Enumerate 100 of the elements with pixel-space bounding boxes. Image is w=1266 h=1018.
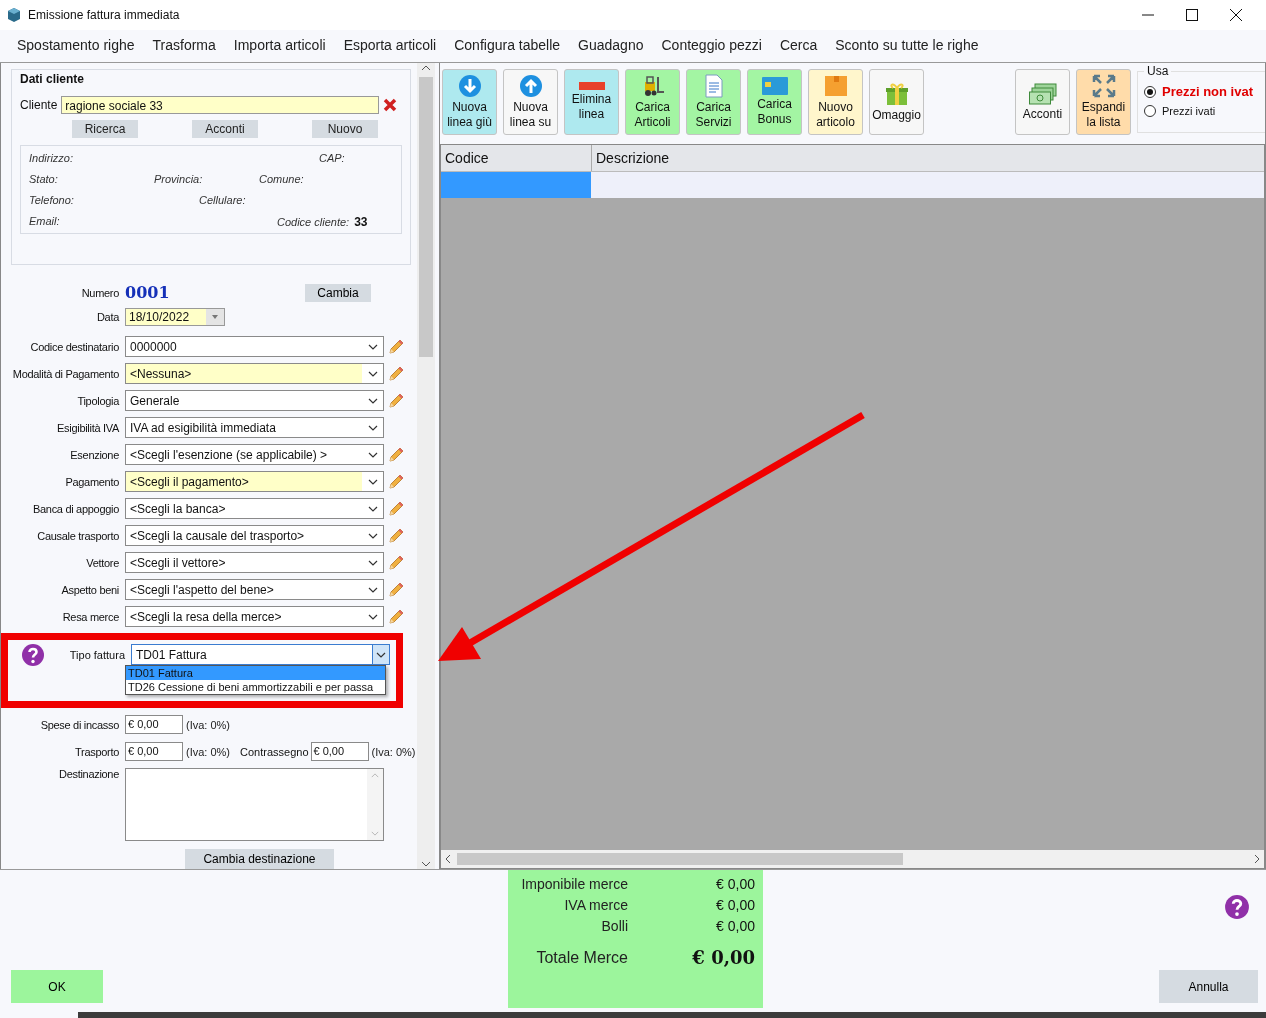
column-header[interactable]: Descrizione	[592, 145, 1264, 171]
toolbar-button[interactable]: Elimina linea	[564, 69, 619, 135]
detail-label: Comune:	[259, 173, 304, 185]
pencil-icon[interactable]	[387, 607, 405, 626]
field-label: Tipologia	[76, 394, 121, 407]
dropdown-field[interactable]: <Scegli il pagamento>	[125, 471, 384, 492]
dropdown-field[interactable]: <Scegli l'esenzione (se applicabile) >	[125, 444, 384, 465]
dropdown-field[interactable]: <Scegli la banca>	[125, 498, 384, 519]
menu-item[interactable]: Importa articoli	[224, 37, 335, 53]
dropdown-field[interactable]: IVA ad esigibilità immediata	[125, 417, 384, 438]
menu-item[interactable]: Esporta articoli	[334, 37, 446, 53]
amount-field[interactable]: € 0,00	[310, 742, 369, 761]
chevron-right-icon[interactable]	[1254, 854, 1260, 864]
dropdown-option[interactable]: TD01 Fattura	[126, 666, 385, 680]
toolbar-button[interactable]: Nuova linea su	[503, 69, 558, 135]
pencil-icon[interactable]	[387, 445, 405, 464]
menu-item[interactable]: Sconto su tutte le righe	[826, 37, 988, 53]
radio-label[interactable]: Prezzi ivati	[1162, 105, 1216, 117]
menu-item[interactable]: Configura tabelle	[445, 37, 570, 53]
close-icon[interactable]	[1230, 9, 1242, 21]
chevron-up-icon[interactable]	[421, 65, 431, 71]
window-title: Emissione fattura immediata	[28, 8, 181, 22]
minus-icon	[578, 82, 605, 90]
amount-field[interactable]: € 0,00	[125, 742, 183, 761]
change-button[interactable]: Cambia	[305, 283, 371, 302]
toolbar-button[interactable]: Carica Servizi	[686, 69, 741, 135]
dropdown-option[interactable]: TD26 Cessione di beni ammortizzabili e per passa	[126, 680, 385, 694]
toolbar-button[interactable]: Carica Articoli	[625, 69, 680, 135]
menu-item[interactable]: Guadagno	[569, 37, 653, 53]
toolbar-button[interactable]: Carica Bonus	[747, 69, 802, 135]
pencil-icon[interactable]	[387, 391, 405, 410]
dropdown-field[interactable]: <Scegli l'aspetto del bene>	[125, 579, 384, 600]
client-field[interactable]: ragione sociale 33	[61, 96, 380, 114]
client-button[interactable]: Ricerca	[72, 120, 138, 138]
menu-item[interactable]: Cerca	[770, 37, 827, 53]
cancel-button[interactable]: Annulla	[1159, 970, 1258, 1003]
chevron-down-icon[interactable]	[368, 343, 378, 350]
chevron-down-icon[interactable]	[368, 478, 378, 485]
pencil-icon[interactable]	[387, 364, 405, 383]
chevron-down-icon[interactable]	[368, 613, 378, 620]
dropdown-field[interactable]: <Scegli il vettore>	[125, 552, 384, 573]
ok-button[interactable]: OK	[11, 970, 103, 1003]
menu-item[interactable]: Trasforma	[143, 37, 225, 53]
dropdown-field[interactable]: 0000000	[125, 336, 384, 357]
dropdown-field[interactable]: <Scegli la resa della merce>	[125, 606, 384, 627]
field-label: Esenzione	[69, 448, 120, 461]
chevron-down-icon[interactable]	[421, 861, 431, 867]
scrollbar[interactable]	[417, 63, 435, 869]
pencil-icon[interactable]	[387, 499, 405, 518]
chevron-down-icon[interactable]	[368, 451, 378, 458]
pencil-icon[interactable]	[387, 526, 405, 545]
toolbar-button[interactable]: Espandi la lista	[1076, 69, 1131, 135]
toolbar-button[interactable]: Acconti	[1015, 69, 1070, 135]
chevron-down-icon[interactable]	[368, 559, 378, 566]
chevron-down-icon[interactable]	[368, 370, 378, 377]
client-button[interactable]: Acconti	[192, 120, 258, 138]
help-icon[interactable]	[1224, 894, 1250, 920]
chevron-down-icon[interactable]	[368, 424, 378, 431]
caret-icon[interactable]	[212, 315, 218, 319]
scrollbar[interactable]	[441, 850, 1264, 868]
pencil-icon[interactable]	[387, 472, 405, 491]
field-label: Vettore	[85, 556, 120, 569]
dropdown-field[interactable]: Generale	[125, 390, 384, 411]
help-icon[interactable]	[21, 642, 45, 667]
card-icon	[761, 77, 788, 95]
toolbar-button[interactable]: Nuova linea giù	[442, 69, 497, 135]
amount-field[interactable]: € 0,00	[125, 715, 183, 734]
chevron-down-icon[interactable]	[376, 651, 386, 658]
chevron-down-icon[interactable]	[368, 532, 378, 539]
pencil-icon[interactable]	[387, 553, 405, 572]
column-header[interactable]: Codice	[441, 145, 592, 171]
pencil-icon[interactable]	[387, 580, 405, 599]
dropdown-field[interactable]: TD01 Fattura	[131, 644, 390, 665]
dropdown-field[interactable]: <Nessuna>	[125, 363, 384, 384]
toolbar-button[interactable]: Nuovo articolo	[808, 69, 863, 135]
vat-note: (Iva: 0%)	[186, 745, 230, 758]
total-label: Imponibile merce	[520, 876, 628, 892]
total-label: IVA merce	[563, 897, 628, 913]
dropdown-field[interactable]: <Scegli la causale del trasporto>	[125, 525, 384, 546]
document-icon	[703, 74, 724, 98]
radio-button[interactable]	[1144, 85, 1156, 98]
destination-field[interactable]	[125, 768, 384, 841]
chevron-down-icon[interactable]	[368, 505, 378, 512]
toolbar-button[interactable]: Omaggio	[869, 69, 924, 135]
chevron-down-icon[interactable]	[368, 586, 378, 593]
chevron-left-icon[interactable]	[445, 854, 451, 864]
group-title: Usa	[1144, 64, 1172, 78]
pencil-icon[interactable]	[387, 337, 405, 356]
client-button[interactable]: Nuovo	[312, 120, 378, 138]
chevron-down-icon[interactable]	[368, 397, 378, 404]
date-field[interactable]: 18/10/2022	[125, 308, 225, 326]
maximize-icon[interactable]	[1186, 9, 1198, 21]
radio-label[interactable]: Prezzi non ivat	[1162, 84, 1254, 99]
menu-item[interactable]: Spostamento righe	[8, 37, 144, 53]
arrow-up-icon	[518, 74, 543, 98]
menu-item[interactable]: Conteggio pezzi	[652, 37, 771, 53]
field-label: Codice destinatario	[29, 340, 120, 353]
radio-button[interactable]	[1144, 105, 1156, 117]
grid-row[interactable]	[441, 172, 1264, 198]
change-destination-button[interactable]: Cambia destinazione	[185, 849, 334, 869]
